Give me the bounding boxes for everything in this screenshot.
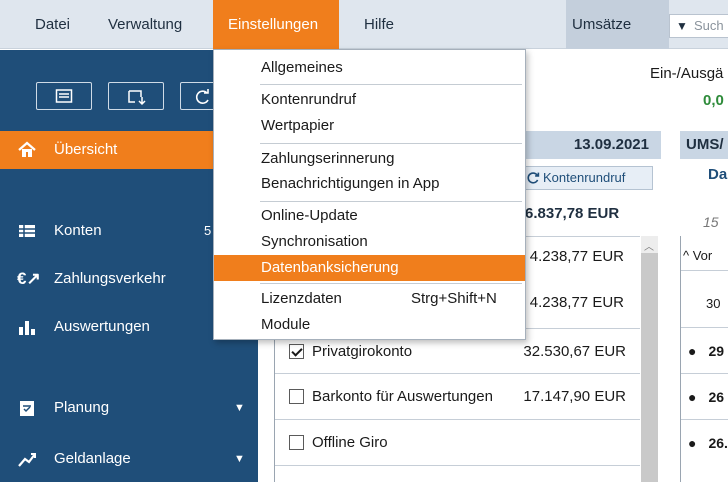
umsaetze-item-date: 26 <box>708 389 725 405</box>
income-expense-value: 0,0 <box>703 92 724 109</box>
account-row-barkonto[interactable]: Barkonto für Auswertungen 17.147,90 EUR <box>275 374 640 420</box>
umsaetze-vor-toggle[interactable]: ^ Vor <box>683 248 712 263</box>
umsaetze-item-date: 29 <box>708 343 725 359</box>
umsaetze-title: UMS/ <box>686 136 724 153</box>
sidebar-item-label: Konten <box>54 222 102 239</box>
account-amount: 17.147,90 EUR <box>523 388 626 405</box>
panel-date: 13.09.2021 <box>573 136 649 153</box>
expand-arrow-icon[interactable]: ▼ <box>234 440 245 478</box>
menu-item-module[interactable]: Module <box>214 312 525 338</box>
konten-count-badge: 5 <box>204 223 212 238</box>
scrollbar-thumb[interactable] <box>641 253 658 482</box>
toolbar-card-button[interactable] <box>36 82 92 110</box>
divider <box>681 327 728 328</box>
toolbar-import-button[interactable] <box>108 82 164 110</box>
card-icon <box>55 89 73 103</box>
sidebar-item-geldanlage[interactable]: Geldanlage ▼ <box>0 440 258 478</box>
umsaetze-row-value: 30 <box>706 296 721 311</box>
sidebar-item-label: Geldanlage <box>54 450 131 467</box>
umsaetze-list-item[interactable]: ● 29 <box>688 343 724 359</box>
menu-bar: Datei Verwaltung Einstellungen Hilfe Ums… <box>0 0 728 49</box>
account-checkbox[interactable] <box>289 435 304 450</box>
umsaetze-panel-header: UMS/ <box>680 131 728 159</box>
umsaetze-subheader: Da <box>708 166 728 183</box>
dropdown-arrow-icon[interactable]: ▼ <box>676 19 688 33</box>
umsaetze-item-date: 26. <box>708 435 728 451</box>
menu-item-zahlungserinnerung[interactable]: Zahlungserinnerung <box>214 146 525 172</box>
menu-item-kontenrundruf[interactable]: Kontenrundruf <box>214 87 525 113</box>
menu-item-benachrichtigungen[interactable]: Benachrichtigungen in App <box>214 171 525 197</box>
menu-separator <box>260 283 522 284</box>
account-amount: 4.238,77 EUR <box>529 248 624 265</box>
menu-datei[interactable]: Datei <box>35 0 70 49</box>
umsaetze-date-hint: 15 <box>703 214 719 230</box>
sidebar-item-label: Planung <box>54 399 110 416</box>
menu-item-label: Lizenzdaten <box>261 290 342 307</box>
divider <box>681 373 728 374</box>
menu-verwaltung[interactable]: Verwaltung <box>108 0 182 49</box>
account-row-offline-giro[interactable]: Offline Giro <box>275 420 640 466</box>
divider <box>681 419 728 420</box>
divider <box>681 270 728 271</box>
umsaetze-border <box>680 236 681 482</box>
menu-item-allgemeines[interactable]: Allgemeines <box>214 55 525 81</box>
category-select-label: Umsätze <box>572 16 632 33</box>
sidebar-item-label: Auswertungen <box>54 318 150 335</box>
menu-separator <box>260 84 522 85</box>
menu-separator <box>260 201 522 202</box>
menu-hilfe[interactable]: Hilfe <box>364 0 394 49</box>
menu-item-online-update[interactable]: Online-Update <box>214 203 525 229</box>
import-icon <box>128 90 146 106</box>
menu-item-synchronisation[interactable]: Synchronisation <box>214 229 525 255</box>
refresh-icon <box>195 89 209 104</box>
income-expense-label: Ein-/Ausgä <box>650 65 724 82</box>
menu-item-wertpapier[interactable]: Wertpapier <box>214 113 525 139</box>
menu-item-lizenzdaten[interactable]: Lizenzdaten Strg+Shift+N <box>214 286 525 312</box>
umsaetze-list-item[interactable]: ● 26 <box>688 389 724 405</box>
euro-transfer-icon: €↗ <box>17 269 41 288</box>
account-checkbox[interactable] <box>289 344 304 359</box>
menu-item-shortcut: Strg+Shift+N <box>411 290 497 307</box>
account-amount: 32.530,67 EUR <box>523 343 626 360</box>
scroll-up-icon[interactable]: ︿ <box>644 238 654 253</box>
account-amount: 4.238,77 EUR <box>529 294 624 311</box>
growth-chart-icon <box>18 453 36 467</box>
menu-einstellungen[interactable]: Einstellungen <box>213 0 339 49</box>
account-name: Barkonto für Auswertungen <box>312 388 493 405</box>
accounts-icon <box>19 225 35 237</box>
total-balance: 6.837,78 EUR <box>525 205 620 222</box>
refresh-icon <box>527 172 540 184</box>
umsaetze-list-item[interactable]: ● 26. <box>688 435 728 451</box>
menu-separator <box>260 143 522 144</box>
menu-item-datenbanksicherung[interactable]: Datenbanksicherung <box>214 255 525 281</box>
bar-chart-icon <box>19 321 35 335</box>
account-name: Offline Giro <box>312 434 388 451</box>
sidebar-item-label: Zahlungsverkehr <box>54 270 166 287</box>
home-icon <box>18 141 36 157</box>
sidebar-item-planung[interactable]: Planung ▼ <box>0 389 258 427</box>
kontenrundruf-label: Kontenrundruf <box>543 170 626 185</box>
sidebar-item-label: Übersicht <box>54 141 118 158</box>
calendar-icon <box>20 401 34 416</box>
einstellungen-dropdown: Allgemeines Kontenrundruf Wertpapier Zah… <box>213 49 526 340</box>
kontenrundruf-button[interactable]: Kontenrundruf <box>520 166 653 190</box>
expand-arrow-icon[interactable]: ▼ <box>234 389 245 427</box>
account-checkbox[interactable] <box>289 389 304 404</box>
